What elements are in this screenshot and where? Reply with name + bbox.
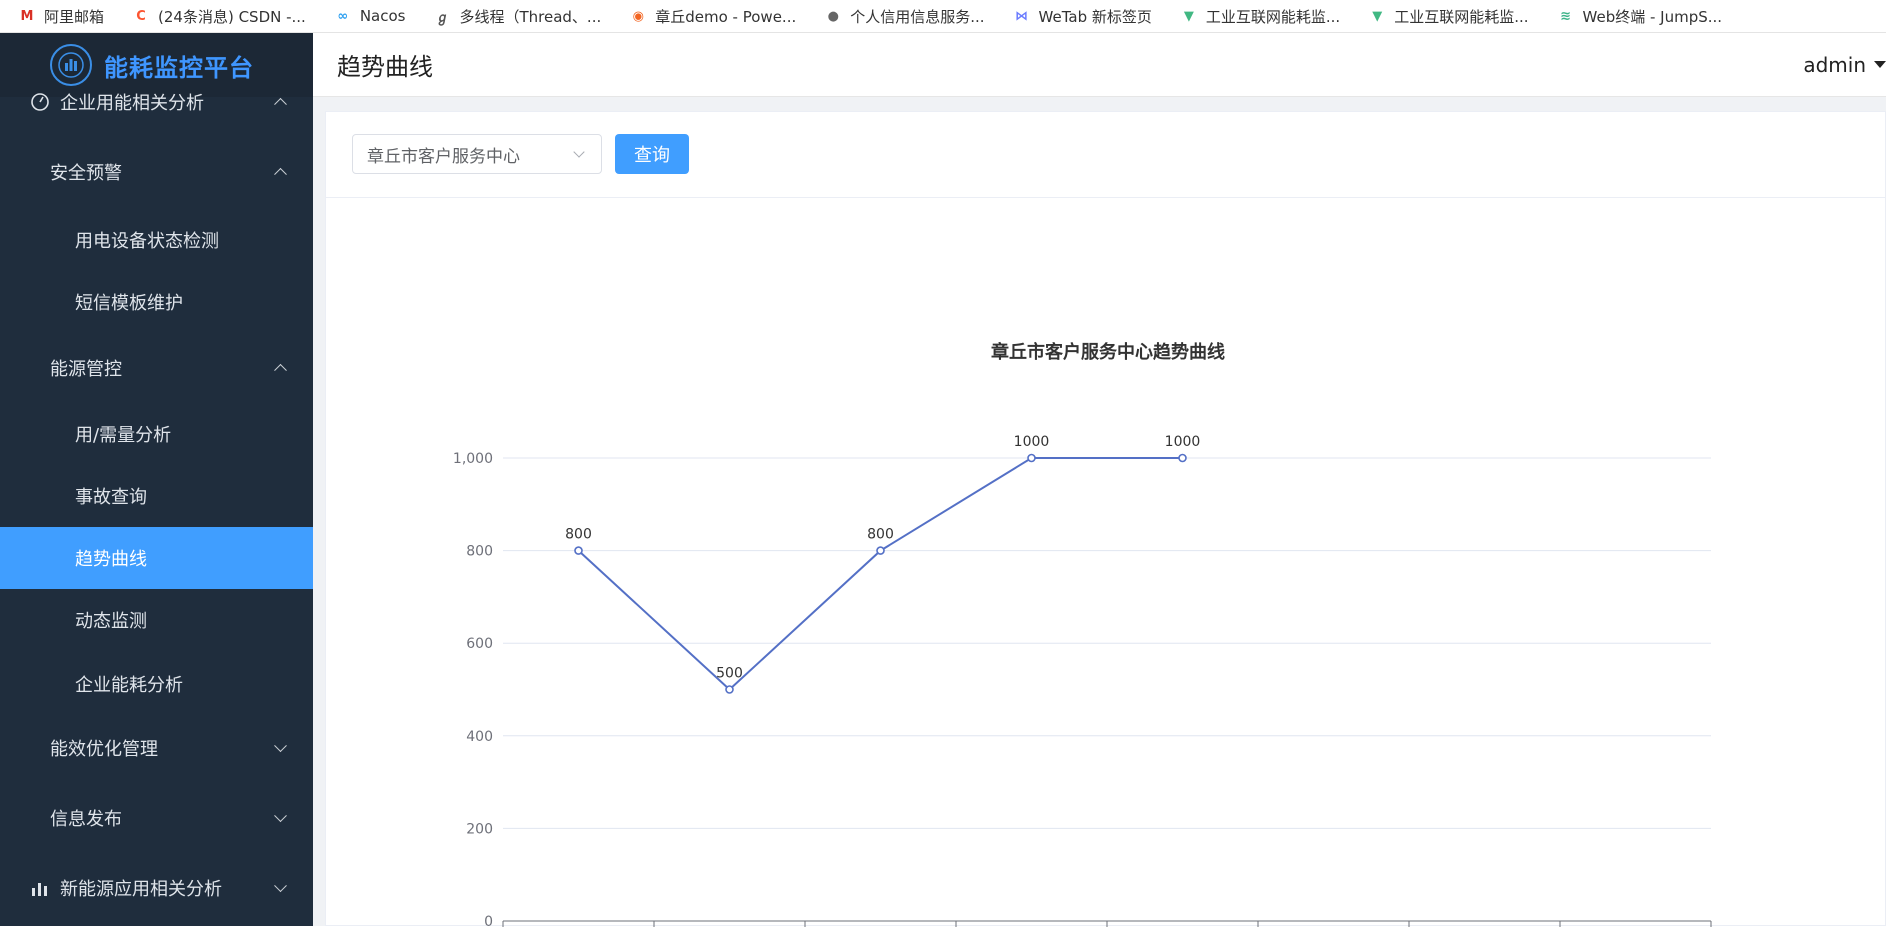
bookmark-label: 章丘demo - Powe... [655, 7, 797, 26]
chevron-down-icon [573, 146, 585, 158]
y-tick-label: 0 [484, 914, 493, 927]
sidebar: 能耗监控平台 企业用能相关分析 安全预警 用电设备状态检测 短信模板维护 能源管控 用/需… [0, 33, 313, 926]
user-menu[interactable]: admin [1803, 53, 1886, 77]
data-point [1027, 453, 1036, 463]
y-tick-label: 1,000 [453, 451, 493, 467]
query-button[interactable]: 查询 [615, 134, 689, 174]
bookmark-label: Nacos [359, 7, 406, 25]
caret-down-icon [1874, 61, 1886, 68]
sidebar-item-label: 用/需量分析 [75, 425, 172, 446]
data-label: 1000 [1165, 434, 1201, 450]
sidebar-item[interactable]: 用/需量分析 [0, 403, 313, 465]
y-tick-label: 400 [466, 729, 493, 745]
bookmark-label: 多线程（Thread、... [459, 7, 602, 26]
thread-icon: ℊ [435, 10, 449, 26]
wetab-icon: ⋈ [1015, 8, 1029, 24]
sidebar-item-label: 安全预警 [50, 163, 122, 184]
sidebar-item-label: 短信模板维护 [75, 293, 183, 314]
org-select[interactable]: 章丘市客户服务中心 [352, 134, 602, 174]
trend-chart: 章丘市客户服务中心趋势曲线02004006008001,0000:003:006… [326, 198, 1886, 930]
bookmarks-bar: M 阿里邮箱 C (24条消息) CSDN -... ∞ Nacos ℊ 多线程（Thread… [0, 0, 1886, 33]
chevron-down-icon [274, 879, 287, 893]
sidebar-item-label: 趋势曲线 [75, 549, 147, 570]
sidebar-item[interactable]: 动态监测 [0, 589, 313, 651]
globe-icon: ● [827, 8, 839, 24]
filter-toolbar: 章丘市客户服务中心 查询 [326, 112, 1885, 198]
nacos-icon: ∞ [337, 8, 349, 24]
main-content: 章丘市客户服务中心 查询 章丘市客户服务中心趋势曲线 0 200 400 600 800 1… [313, 97, 1886, 930]
y-tick-label: 200 [466, 821, 493, 837]
vue-icon: ▼ [1183, 8, 1194, 24]
sidebar-item-label: 信息发布 [50, 809, 122, 830]
bookmark-item[interactable]: ≋ Web终端 - JumpS... [1557, 6, 1723, 27]
chevron-down-icon [274, 809, 287, 823]
data-label: 800 [867, 527, 894, 543]
chevron-up-icon [274, 363, 287, 377]
trend-chart-svg: 章丘市客户服务中心趋势曲线02004006008001,0000:003:006… [453, 341, 1712, 930]
data-point [876, 546, 885, 555]
org-select-value: 章丘市客户服务中心 [367, 146, 520, 167]
bookmark-item[interactable]: ◉ 章丘demo - Powe... [629, 6, 797, 27]
bookmark-item[interactable]: ⋈ WeTab 新标签页 [1013, 6, 1152, 27]
sidebar-item[interactable]: 企业能耗分析 [0, 653, 313, 715]
sidebar-item[interactable]: 安全预警 [0, 141, 313, 203]
bookmark-label: 工业互联网能耗监... [1205, 7, 1341, 26]
series-line [577, 457, 1183, 691]
sidebar-item[interactable]: 新能源应用相关分析 [0, 857, 313, 919]
y-tick-label: 800 [466, 544, 493, 560]
username: admin [1803, 52, 1866, 77]
data-point [574, 546, 583, 555]
sidebar-item[interactable]: 用电设备状态检测 [0, 209, 313, 271]
vue-icon: ▼ [1372, 8, 1383, 24]
bookmark-item[interactable]: ● 个人信用信息服务... [824, 6, 985, 27]
bookmark-item[interactable]: ▼ 工业互联网能耗监... [1180, 6, 1340, 27]
data-point [1178, 453, 1187, 463]
data-label: 500 [716, 666, 743, 682]
bookmark-label: 阿里邮箱 [44, 7, 105, 26]
sidebar-item-label: 事故查询 [75, 487, 147, 508]
gmail-icon: M [20, 8, 34, 24]
chevron-up-icon [274, 97, 287, 111]
bookmark-label: 工业互联网能耗监... [1394, 7, 1529, 26]
bookmark-label: Web终端 - JumpS... [1582, 7, 1723, 26]
bookmark-item[interactable]: C (24条消息) CSDN -... [132, 6, 306, 27]
bookmark-item[interactable]: M 阿里邮箱 [18, 6, 104, 27]
chevron-down-icon [274, 739, 287, 753]
powerbi-icon: ◉ [632, 8, 644, 24]
bookmark-label: WeTab 新标签页 [1038, 7, 1152, 26]
jumpserver-icon: ≋ [1560, 8, 1571, 24]
bookmark-item[interactable]: ▼ 工业互联网能耗监... [1368, 6, 1528, 27]
sidebar-item[interactable]: 能源管控 [0, 337, 313, 399]
sidebar-item[interactable]: 趋势曲线 [0, 527, 313, 589]
y-tick-label: 600 [466, 636, 493, 652]
sidebar-item-label: 企业用能相关分析 [60, 93, 204, 114]
data-label: 1000 [1014, 434, 1050, 450]
bookmark-item[interactable]: ℊ 多线程（Thread、... [433, 6, 601, 27]
sidebar-item-label: 能源管控 [50, 359, 122, 380]
sidebar-item[interactable]: 事故查询 [0, 465, 313, 527]
sidebar-item[interactable]: 短信模板维护 [0, 271, 313, 333]
sidebar-item[interactable]: 能效优化管理 [0, 717, 313, 779]
bookmark-label: 个人信用信息服务... [850, 7, 985, 26]
sidebar-item[interactable]: 信息发布 [0, 787, 313, 849]
chevron-up-icon [274, 167, 287, 181]
bookmark-label: (24条消息) CSDN -... [158, 7, 306, 26]
sidebar-item-label: 用电设备状态检测 [75, 231, 219, 252]
bar-chart-icon [30, 878, 50, 898]
chart-title: 章丘市客户服务中心趋势曲线 [991, 341, 1225, 363]
top-header: 趋势曲线 admin [313, 33, 1886, 97]
sidebar-item-label: 动态监测 [75, 611, 147, 632]
data-point [725, 685, 734, 694]
chart-card: 章丘市客户服务中心 查询 章丘市客户服务中心趋势曲线 0 200 400 600 800 1… [325, 111, 1886, 930]
dashboard-icon [30, 92, 50, 112]
csdn-icon: C [136, 8, 146, 24]
page-title: 趋势曲线 [337, 53, 433, 81]
data-label: 800 [565, 527, 592, 543]
bookmark-item[interactable]: ∞ Nacos [334, 7, 406, 25]
sidebar-item-label: 新能源应用相关分析 [60, 879, 222, 900]
sidebar-item[interactable]: 企业用能相关分析 [0, 71, 313, 133]
sidebar-item-label: 能效优化管理 [50, 739, 158, 760]
sidebar-item-label: 企业能耗分析 [75, 675, 183, 696]
